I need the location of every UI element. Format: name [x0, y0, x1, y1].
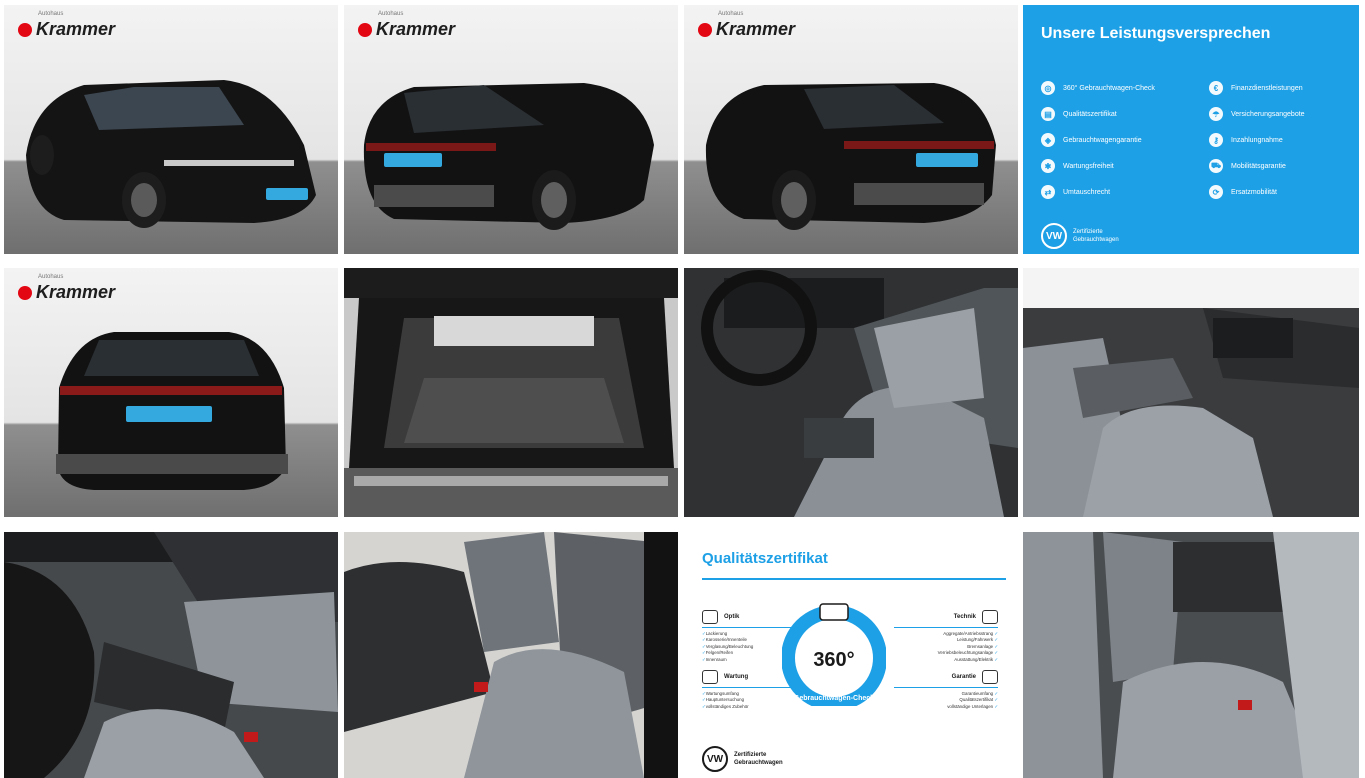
- promise-item: € Finanzdienstleistungen: [1209, 75, 1359, 101]
- gallery-photo-center-console[interactable]: [4, 532, 338, 778]
- gallery-photo-rear-seats[interactable]: [1023, 532, 1359, 778]
- dealer-logo-icon: [358, 22, 372, 37]
- insurance-icon: ☂: [1209, 107, 1223, 121]
- gallery-photo-front-seats[interactable]: [344, 532, 678, 778]
- maintenance-icon: [702, 670, 718, 684]
- dealer-logo: Autohaus Krammer: [18, 274, 115, 303]
- gallery-photo-passenger-side[interactable]: [1023, 268, 1359, 517]
- dealer-logo-icon: [698, 22, 712, 37]
- dealer-logo: Autohaus Krammer: [358, 11, 455, 40]
- certificate-title: Qualitätszertifikat: [702, 550, 828, 567]
- certificate-section-technik: Technik Aggregate/Antriebsstrang Leistun…: [894, 610, 998, 663]
- gallery-photo-driver-seat[interactable]: [684, 268, 1018, 517]
- dealer-logo-icon: [18, 285, 32, 300]
- vw-logo-icon: VW: [702, 746, 728, 772]
- trade-in-icon: ⚷: [1209, 133, 1223, 147]
- dealer-logo: Autohaus Krammer: [698, 11, 795, 40]
- promise-item: ◈ Gebrauchtwagengarantie: [1041, 127, 1201, 153]
- promise-item: ⛟ Mobilitätsgarantie: [1209, 153, 1359, 179]
- finance-icon: €: [1209, 81, 1223, 95]
- promise-item: ⚷ Inzahlungnahme: [1209, 127, 1359, 153]
- certificate-icon: ▤: [1041, 107, 1055, 121]
- promise-title: Unsere Leistungsversprechen: [1041, 25, 1271, 42]
- gallery-photo-trunk[interactable]: [344, 268, 678, 517]
- gallery-photo-rear[interactable]: Autohaus Krammer: [4, 268, 338, 517]
- mobility-icon: ⛟: [1209, 159, 1223, 173]
- engine-icon: [982, 610, 998, 624]
- promise-list-right: € Finanzdienstleistungen ☂ Versicherungsan…: [1209, 75, 1359, 205]
- dealer-logo: Autohaus Krammer: [18, 11, 115, 40]
- car-optics-icon: [702, 610, 718, 624]
- badge-caption: Gebrauchtwagen-Check: [794, 695, 874, 702]
- certificate-section-garantie: Garantie Garantieumfang Qualitätszertifi…: [894, 670, 998, 710]
- promise-item: ▤ Qualitätszertifikat: [1041, 101, 1201, 127]
- certificate-divider: [702, 578, 1006, 580]
- badge-number: 360°: [813, 649, 854, 671]
- promise-item: ⇄ Umtauschrecht: [1041, 179, 1201, 205]
- photo-gallery-grid: Autohaus Krammer Autohaus Krammer Autoha…: [0, 0, 1365, 778]
- gallery-photo-rear-three-quarter-left[interactable]: Autohaus Krammer: [344, 5, 678, 254]
- wrench-icon: ✱: [1041, 159, 1055, 173]
- vw-logo-icon: VW: [1041, 223, 1067, 249]
- promise-item: ☂ Versicherungsangebote: [1209, 101, 1359, 127]
- check-360-badge: 360° Gebrauchtwagen-Check: [782, 603, 886, 706]
- promise-item: ✱ Wartungsfreiheit: [1041, 153, 1201, 179]
- promise-list-left: ◎ 360° Gebrauchtwagen-Check ▤ Qualitätszer…: [1041, 75, 1201, 205]
- gallery-quality-certificate[interactable]: Qualitätszertifikat Optik Lackierung Kar…: [684, 532, 1018, 778]
- gallery-photo-rear-three-quarter-right[interactable]: Autohaus Krammer: [684, 5, 1018, 254]
- vw-certified-badge: VW Zertifizierte Gebrauchtwagen: [1041, 223, 1119, 249]
- replacement-car-icon: ⟳: [1209, 185, 1223, 199]
- gallery-photo-front-three-quarter[interactable]: Autohaus Krammer: [4, 5, 338, 254]
- dealer-logo-icon: [18, 22, 32, 37]
- check-360-icon: ◎: [1041, 81, 1055, 95]
- promise-item: ◎ 360° Gebrauchtwagen-Check: [1041, 75, 1201, 101]
- shield-check-icon: [982, 670, 998, 684]
- shield-icon: ◈: [1041, 133, 1055, 147]
- promise-item: ⟳ Ersatzmobilität: [1209, 179, 1359, 205]
- exchange-icon: ⇄: [1041, 185, 1055, 199]
- gallery-promise-card[interactable]: Unsere Leistungsversprechen ◎ 360° Gebrau…: [1023, 5, 1359, 254]
- car-icon: [819, 603, 849, 621]
- vw-certified-badge: VW Zertifizierte Gebrauchtwagen: [702, 746, 783, 772]
